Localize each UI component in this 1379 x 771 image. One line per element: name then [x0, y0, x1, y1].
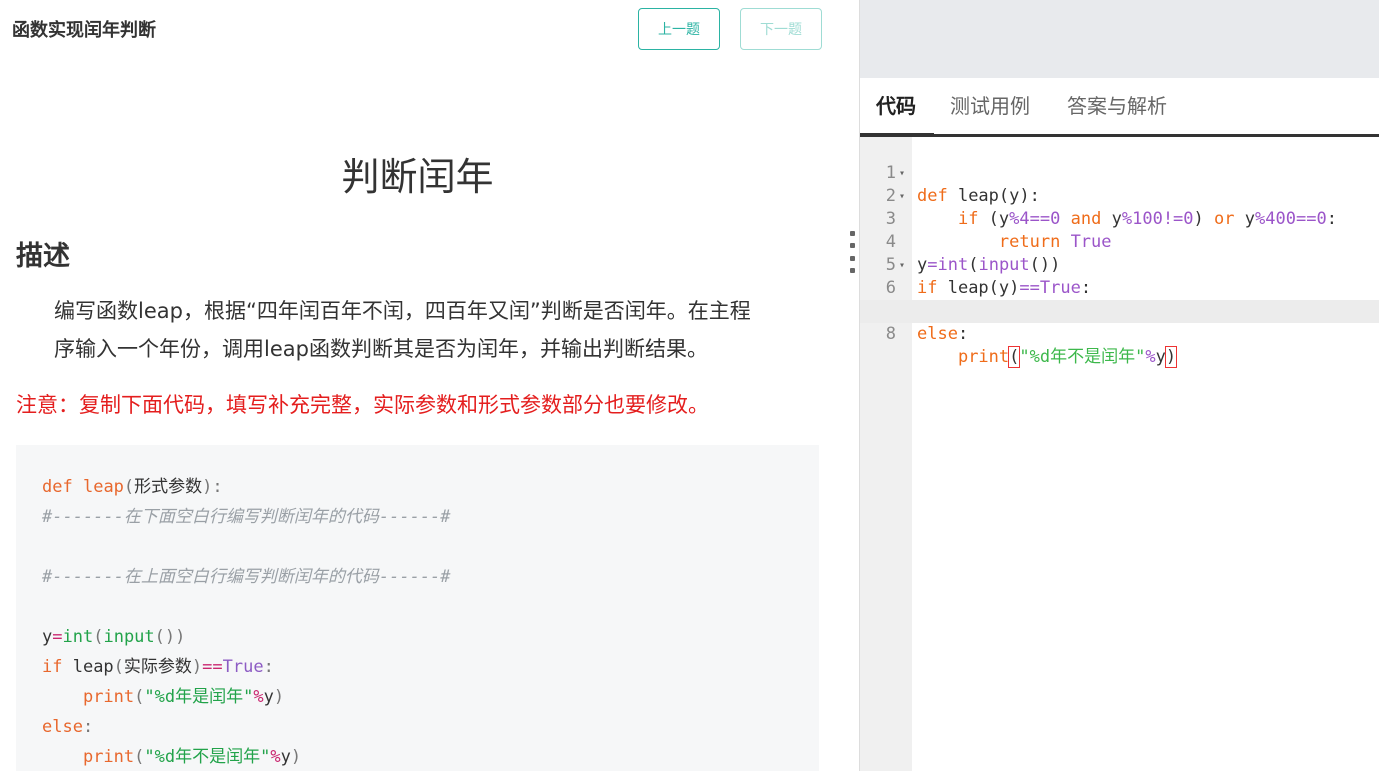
- description-line: 编写函数leap，根据“四年闰百年不闰，四百年又闰”判断是否闰年。在主程: [54, 299, 751, 323]
- code-line: print("%d年不是闰年"%y): [82, 747, 302, 767]
- editor-tabs: 代码 测试用例 答案与解析: [860, 78, 1379, 137]
- editor-line[interactable]: 2 ▾ if (y%4==0 and y%100!=0) or y%400==0:: [860, 162, 1379, 229]
- editor-line-active[interactable]: 8 print("%d年不是闰年"%y): [860, 300, 1379, 368]
- drag-handle-icon[interactable]: [849, 231, 855, 273]
- code-line: #-------在下面空白行编写判断闰年的代码------#: [42, 507, 451, 527]
- editor-panel: 代码 测试用例 答案与解析 1 ▾ def leap(y): 2 ▾ if (y%4…: [860, 0, 1379, 771]
- note-text: 注意：复制下面代码，填写补充完整，实际参数和形式参数部分也要修改。: [16, 393, 709, 417]
- code-line: print("%d年是闰年"%y): [82, 687, 285, 707]
- description-text: 编写函数leap，根据“四年闰百年不闰，四百年又闰”判断是否闰年。在主程 序输入…: [54, 292, 824, 368]
- description-heading: 描述: [16, 241, 70, 272]
- editor-line[interactable]: 1 ▾ def leap(y):: [860, 139, 1379, 206]
- page-title: 函数实现闰年判断: [12, 20, 156, 41]
- tab-code[interactable]: 代码: [876, 90, 916, 119]
- tab-answer-analysis[interactable]: 答案与解析: [1067, 90, 1167, 119]
- code-line: else:: [42, 717, 94, 737]
- prev-question-button[interactable]: 上一题: [638, 8, 720, 50]
- next-question-button[interactable]: 下一题: [740, 8, 822, 50]
- active-tab-indicator: [860, 133, 934, 136]
- description-line: 序输入一个年份，调用leap函数判断其是否为闰年，并输出判断结果。: [54, 337, 708, 361]
- editor-line[interactable]: 6 print("%d年是闰年"%y): [860, 254, 1379, 321]
- code-line: #-------在上面空白行编写判断闰年的代码------#: [42, 567, 451, 587]
- code-sample: def leap(形式参数): #-------在下面空白行编写判断闰年的代码-…: [16, 445, 819, 771]
- editor-line[interactable]: 7▾ else:: [860, 277, 1379, 344]
- editor-toolbar-area: [860, 0, 1379, 78]
- code-line: def leap(形式参数):: [42, 477, 223, 497]
- code-line: y=int(input()): [42, 627, 186, 647]
- editor-line[interactable]: 4 y=int(input()): [860, 208, 1379, 275]
- code-editor[interactable]: 1 ▾ def leap(y): 2 ▾ if (y%4==0 and y%100!…: [860, 137, 1379, 771]
- problem-title: 判断闰年: [341, 155, 494, 199]
- code-line: if leap(实际参数)==True:: [42, 657, 274, 677]
- line-number: 8: [885, 324, 896, 344]
- code-sample-text: def leap(形式参数): #-------在下面空白行编写判断闰年的代码-…: [42, 472, 793, 771]
- editor-line[interactable]: 5 ▾ if leap(y)==True:: [860, 231, 1379, 298]
- editor-line[interactable]: 3 return True: [860, 185, 1379, 252]
- tab-test-cases[interactable]: 测试用例: [950, 90, 1030, 119]
- problem-panel: 函数实现闰年判断 上一题 下一题 判断闰年 描述 编写函数leap，根据“四年闰…: [0, 0, 859, 771]
